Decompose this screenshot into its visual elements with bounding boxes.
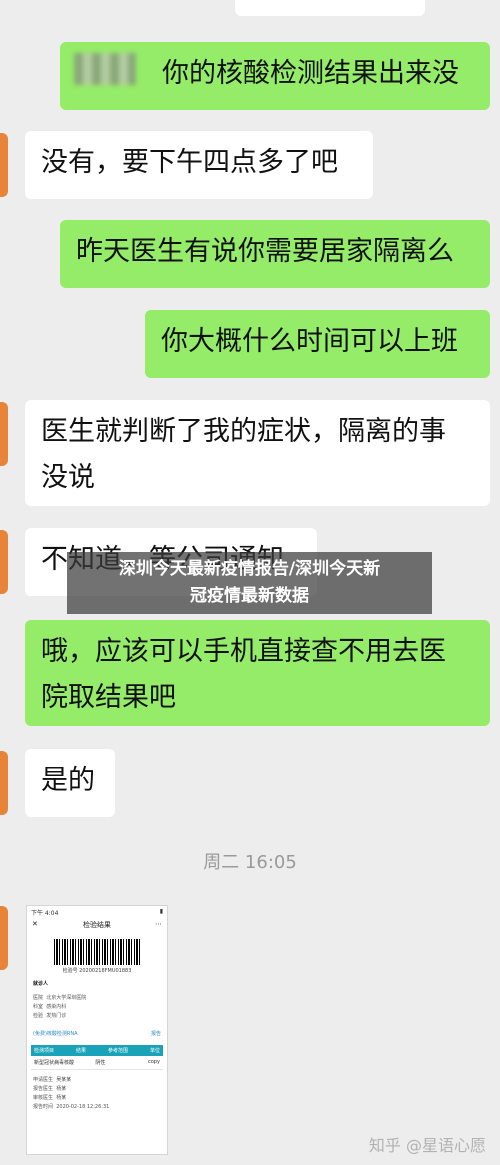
chat-timestamp: 周二 16:05 <box>203 852 297 873</box>
barcode-number: 检验号 20200218FMU01883 <box>62 968 132 974</box>
headline-line: 深圳今天最新疫情报告/深圳今天新 <box>118 559 381 579</box>
footer-label: 申请医生 <box>33 1077 54 1083</box>
contact-avatar[interactable] <box>0 133 8 197</box>
footer-row: 报告时间 2020-02-18 12:26:31 <box>27 1102 167 1111</box>
screenshot-title: 检验结果 <box>83 921 111 929</box>
footer-label: 报告时间 <box>33 1104 54 1110</box>
message-bubble[interactable]: 哦，应该可以手机直接查不用去医 院取结果吧 <box>25 620 490 726</box>
info-value: 感染内科 <box>46 1004 67 1010</box>
headline-line: 冠疫情最新数据 <box>190 586 309 606</box>
screenshot-status-bar: 下午 4:04 ▮ <box>27 906 167 919</box>
footer-value: 杨某 <box>56 1086 67 1092</box>
barcode <box>54 939 140 965</box>
message-text: 你大概什么时间可以上班 <box>161 326 458 357</box>
message-text-line: 哦，应该可以手机直接查不用去医 <box>41 636 446 667</box>
info-row: 医院 北京大学深圳医院 <box>27 993 167 1002</box>
message-text: 你的核酸检测结果出来没 <box>162 58 459 89</box>
table-row: 新型冠状病毒核酸 阴性 copy <box>31 1056 163 1070</box>
message-text-line: 院取结果吧 <box>41 682 176 713</box>
patient-row: 就诊人 <box>27 979 167 988</box>
footer-row: 申请医生 吴某某 <box>27 1075 167 1084</box>
footer-value: 2020-02-18 12:26:31 <box>56 1104 110 1110</box>
column-header: 参考范围 <box>107 1048 128 1054</box>
info-label: 医院 <box>33 995 44 1001</box>
contact-avatar[interactable] <box>0 751 8 815</box>
footer-value: 吴某某 <box>56 1077 72 1083</box>
footer-row: 审核医生 杨某 <box>27 1093 167 1102</box>
previous-message-edge <box>235 0 425 16</box>
headline-overlay: 深圳今天最新疫情报告/深圳今天新 冠疫情最新数据 <box>67 552 432 614</box>
message-bubble[interactable]: 你大概什么时间可以上班 <box>145 310 490 378</box>
table-cell: 阴性 <box>95 1060 106 1066</box>
message-text: 是的 <box>41 765 95 796</box>
footer-value: 杨某 <box>56 1095 67 1101</box>
contact-avatar[interactable] <box>0 906 8 970</box>
test-link-text: (免费)核酸检测RNA <box>33 1031 78 1037</box>
message-bubble[interactable]: 医生就判断了我的症状，隔离的事 没说 <box>25 400 490 506</box>
table-cell: copy <box>148 1059 160 1065</box>
result-table-header: 检测项目 结果 参考范围 单位 <box>31 1045 163 1056</box>
contact-avatar[interactable] <box>0 402 8 466</box>
message-bubble[interactable]: 是的 <box>25 749 115 817</box>
info-value: 北京大学深圳医院 <box>46 995 87 1001</box>
message-text-line: 没说 <box>41 462 95 493</box>
blurred-name <box>74 53 136 85</box>
info-row: 科室 感染内科 <box>27 1002 167 1011</box>
info-row: 检验 发热门诊 <box>27 1011 167 1020</box>
info-label: 检验 <box>33 1013 44 1019</box>
column-header: 检测项目 <box>34 1048 55 1054</box>
status-time: 下午 4:04 <box>31 910 59 917</box>
column-header: 单位 <box>149 1048 160 1054</box>
info-label: 科室 <box>33 1004 44 1010</box>
watermark: 知乎 @星语心愿 <box>368 1136 486 1155</box>
message-text: 没有，要下午四点多了吧 <box>41 147 338 178</box>
screenshot-title-bar: ✕ 检验结果 ⋯ <box>27 920 167 930</box>
patient-label: 就诊人 <box>33 981 49 987</box>
close-icon: ✕ <box>32 920 38 928</box>
footer-row: 报告医生 杨某 <box>27 1084 167 1093</box>
info-value: 发热门诊 <box>46 1013 67 1019</box>
message-text-line: 医生就判断了我的症状，隔离的事 <box>41 416 446 447</box>
contact-avatar[interactable] <box>0 530 8 594</box>
table-cell: 新型冠状病毒核酸 <box>34 1060 75 1066</box>
column-header: 结果 <box>75 1048 86 1054</box>
test-link: (免费)核酸检测RNA 报告 <box>27 1028 167 1039</box>
footer-label: 审核医生 <box>33 1095 54 1101</box>
battery-icon: ▮ <box>159 908 163 915</box>
more-icon: ⋯ <box>155 920 162 928</box>
message-bubble[interactable]: 没有，要下午四点多了吧 <box>25 131 373 199</box>
message-bubble[interactable]: 昨天医生有说你需要居家隔离么 <box>60 220 490 288</box>
footer-label: 报告医生 <box>33 1086 54 1092</box>
image-message[interactable]: 下午 4:04 ▮ ✕ 检验结果 ⋯ 检验号 20200218FMU01883 … <box>26 905 168 1155</box>
message-text: 昨天医生有说你需要居家隔离么 <box>76 236 454 267</box>
test-link-action: 报告 <box>150 1031 161 1037</box>
